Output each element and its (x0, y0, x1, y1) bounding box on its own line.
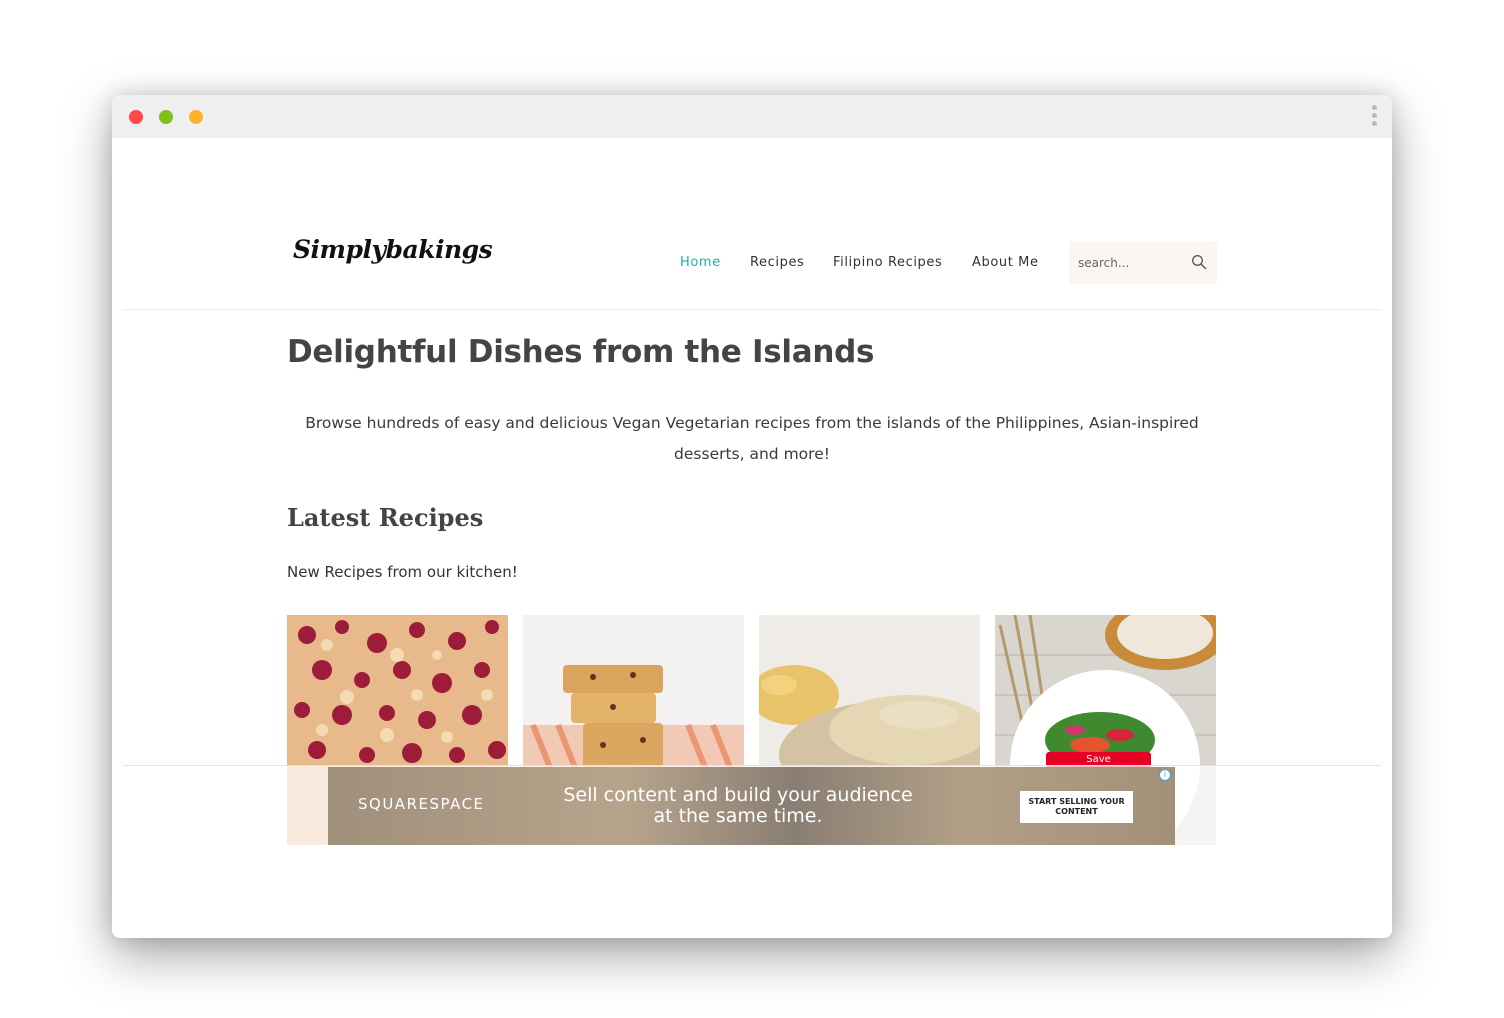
nav-item-about-me[interactable]: About Me (972, 255, 1039, 270)
page-title: Delightful Dishes from the Islands (287, 334, 875, 370)
ad-info-icon[interactable]: i (1159, 769, 1171, 781)
ad-brand-name: SQUARESPACE (358, 795, 485, 813)
close-window-button[interactable] (129, 110, 143, 124)
header-divider (123, 309, 1381, 310)
nav-item-recipes[interactable]: Recipes (750, 255, 804, 270)
minimize-window-button[interactable] (189, 110, 203, 124)
more-options-icon[interactable] (1370, 105, 1378, 129)
advertisement-banner[interactable]: SQUARESPACE Sell content and build your … (328, 767, 1175, 845)
latest-recipes-heading: Latest Recipes (287, 503, 484, 532)
latest-recipes-subtitle: New Recipes from our kitchen! (287, 563, 518, 581)
nav-item-filipino-recipes[interactable]: Filipino Recipes (833, 255, 942, 270)
ad-cta-button[interactable]: START SELLING YOUR CONTENT (1020, 791, 1133, 823)
ad-headline: Sell content and build your audience at … (543, 785, 933, 827)
browser-window: Simplybakings Home Recipes Filipino Reci… (112, 95, 1392, 938)
maximize-window-button[interactable] (159, 110, 173, 124)
title-bar (112, 95, 1392, 138)
site-logo[interactable]: Simplybakings (293, 235, 493, 264)
search-input[interactable] (1078, 253, 1186, 273)
search-box (1069, 241, 1217, 284)
ad-headline-line2: at the same time. (653, 805, 823, 827)
page-viewport: Simplybakings Home Recipes Filipino Reci… (112, 138, 1392, 938)
intro-text: Browse hundreds of easy and delicious Ve… (305, 414, 1199, 463)
search-icon[interactable] (1191, 254, 1207, 270)
nav-item-home[interactable]: Home (680, 255, 721, 270)
ad-headline-line1: Sell content and build your audience (563, 784, 913, 806)
